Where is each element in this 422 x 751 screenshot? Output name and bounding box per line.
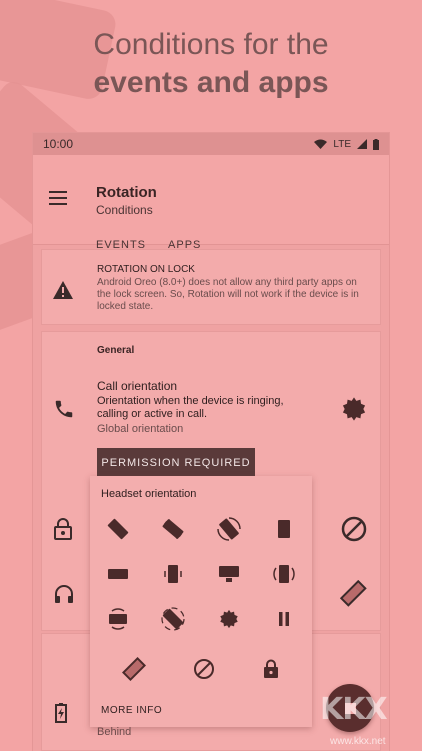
orientation-options-last-row [90, 652, 312, 685]
landscape-icon[interactable] [90, 557, 146, 590]
behind-label: Behind [97, 726, 132, 738]
landscape-sensor-icon[interactable] [90, 602, 146, 635]
status-icons: LTE [314, 138, 379, 150]
app-bar: Rotation Conditions EVENTS APPS [33, 155, 389, 265]
status-bar: 10:00 LTE [33, 133, 389, 155]
app-title: Rotation [96, 184, 157, 201]
block-icon[interactable] [193, 652, 215, 685]
popup-title: Headset orientation [101, 488, 197, 500]
pause-icon[interactable] [257, 602, 313, 635]
orientation-options-grid [90, 512, 312, 635]
landscape-lock-icon[interactable] [201, 557, 257, 590]
lock-card-title: ROTATION ON LOCK [97, 264, 195, 275]
phone-icon [55, 400, 73, 418]
status-time: 10:00 [43, 137, 74, 151]
watermark-logo: KKX [320, 692, 388, 727]
lock-card-text: Android Oreo (8.0+) does not allow any t… [97, 277, 359, 312]
general-title: General [97, 345, 135, 356]
settings-icon[interactable] [201, 602, 257, 635]
network-label: LTE [333, 138, 351, 150]
call-orientation-value: Global orientation [97, 423, 184, 435]
diagonal-icon[interactable] [340, 580, 368, 608]
rotate-sensor-icon[interactable] [146, 602, 202, 635]
headline: Conditions for the events and apps [0, 26, 422, 102]
battery-charging-icon [55, 703, 67, 723]
lock-icon[interactable] [262, 652, 280, 685]
rotate-icon[interactable] [146, 512, 202, 545]
rotate-arrows-icon[interactable] [201, 512, 257, 545]
more-info-button[interactable]: MORE INFO [101, 705, 162, 716]
portrait-rotate-icon[interactable] [146, 557, 202, 590]
block-icon[interactable] [340, 515, 368, 543]
diagonal-icon[interactable] [121, 652, 146, 685]
app-subtitle: Conditions [96, 203, 153, 217]
battery-status-icon [373, 138, 379, 150]
settings-icon[interactable] [340, 395, 368, 423]
portrait-icon[interactable] [257, 512, 313, 545]
permission-required-button[interactable]: PERMISSION REQUIRED [97, 448, 255, 478]
call-orientation-title[interactable]: Call orientation [97, 379, 177, 393]
menu-icon[interactable] [49, 191, 67, 205]
signal-icon [357, 139, 367, 149]
headset-orientation-popup: Headset orientation MORE INFO [90, 476, 312, 727]
headline-line1: Conditions for the [93, 28, 329, 61]
auto-rotate-diagonal-icon[interactable] [90, 512, 146, 545]
lock-icon [54, 518, 72, 540]
watermark-url: www.kkx.net [330, 736, 386, 747]
wifi-icon [314, 139, 328, 149]
headline-line2: events and apps [93, 66, 329, 99]
headset-icon [55, 585, 73, 603]
warning-icon [53, 281, 73, 299]
portrait-sensor-icon[interactable] [257, 557, 313, 590]
call-orientation-description: Orientation when the device is ringing, … [97, 395, 284, 420]
lock-warning-card: ROTATION ON LOCK Android Oreo (8.0+) doe… [41, 249, 381, 325]
